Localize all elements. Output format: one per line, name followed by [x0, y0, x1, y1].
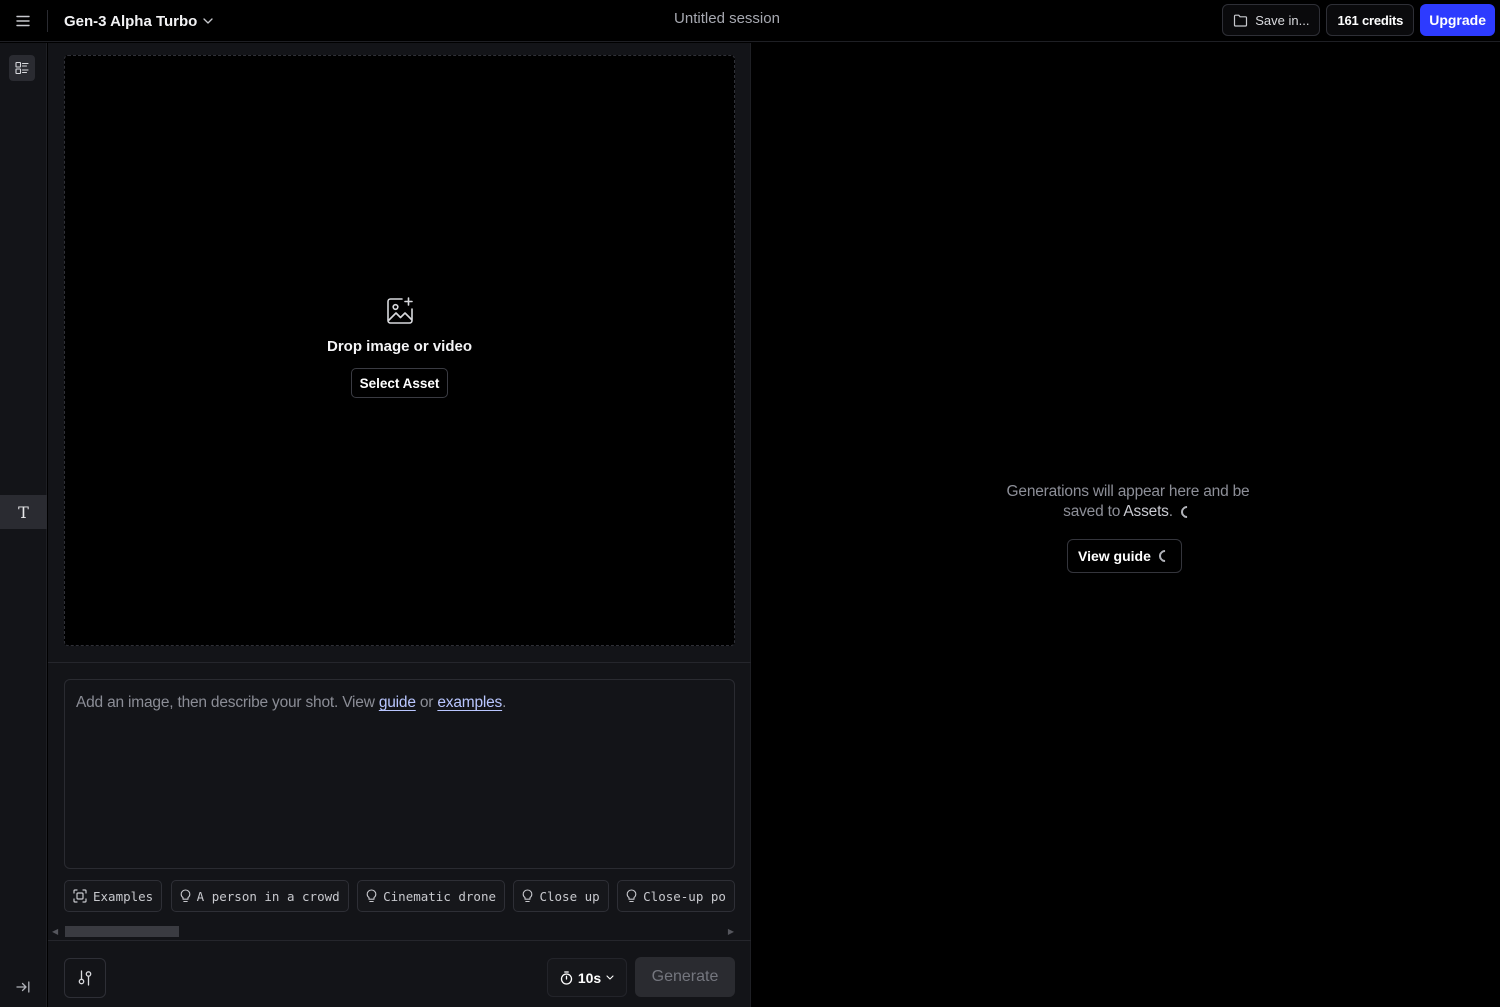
folder-icon: [1234, 14, 1248, 27]
prompt-suggestion-chips: Examples A person in a crowd Cinematic d…: [64, 880, 736, 912]
credits-label: 161 credits: [1337, 12, 1404, 28]
media-dropzone[interactable]: Drop image or video Select Asset: [64, 55, 735, 646]
chip-examples[interactable]: Examples: [64, 880, 163, 912]
text-tool-button[interactable]: T: [0, 495, 47, 529]
section-divider: [48, 662, 751, 663]
scrollbar-thumb[interactable]: [65, 926, 179, 937]
list-layout-icon: [15, 61, 29, 75]
top-bar: Gen-3 Alpha Turbo Untitled session Save …: [0, 0, 1500, 42]
chip-label: Close up: [539, 888, 600, 904]
lightbulb-icon: [366, 889, 377, 903]
empty-state-line-2: saved to Assets.: [960, 502, 1296, 522]
collapse-panel-button[interactable]: [11, 975, 35, 999]
scroll-right-arrow[interactable]: ▶: [728, 927, 734, 936]
view-guide-button[interactable]: View guide: [1067, 539, 1182, 573]
rail-layout-toggle[interactable]: [9, 55, 35, 81]
duration-selector[interactable]: 10s: [547, 958, 627, 997]
view-guide-label: View guide: [1078, 548, 1151, 564]
dropzone-content: Drop image or video Select Asset: [65, 296, 734, 398]
chip-suggestion[interactable]: Close-up po: [617, 880, 735, 912]
chip-label: A person in a crowd: [196, 888, 340, 904]
chip-label: Examples: [93, 888, 154, 904]
assets-link[interactable]: Assets: [1123, 503, 1169, 520]
arrow-to-right-icon: [16, 981, 30, 993]
prompt-suffix: .: [502, 694, 507, 711]
chip-suggestion[interactable]: A person in a crowd: [170, 880, 349, 912]
model-selector[interactable]: Gen-3 Alpha Turbo: [64, 8, 213, 34]
save-in-button[interactable]: Save in...: [1222, 4, 1321, 36]
hamburger-icon: [16, 15, 30, 27]
frame-icon: [73, 889, 87, 903]
prompt-placeholder: Add an image, then describe your shot. V…: [76, 694, 723, 712]
input-panel: Drop image or video Select Asset Add an …: [48, 43, 751, 1007]
chip-label: Cinematic drone: [383, 888, 497, 904]
top-actions: Save in... 161 credits Upgrade: [1222, 4, 1495, 36]
model-name: Gen-3 Alpha Turbo: [64, 12, 198, 30]
chip-suggestion[interactable]: Cinematic drone: [357, 880, 506, 912]
dropzone-label: Drop image or video: [326, 338, 473, 355]
results-empty-state: Generations will appear here and be save…: [960, 482, 1296, 573]
prompt-or-text: or: [415, 694, 438, 711]
chevron-down-icon: [203, 18, 213, 24]
chips-scrollbar[interactable]: ◀ ▶: [52, 924, 734, 938]
chip-suggestion[interactable]: Close up: [513, 880, 609, 912]
generate-button[interactable]: Generate: [635, 957, 735, 997]
footer-divider: [48, 940, 751, 941]
top-divider: [47, 10, 48, 32]
lightbulb-icon: [626, 889, 637, 903]
examples-link[interactable]: examples: [437, 694, 502, 711]
chevron-down-icon: [606, 975, 614, 980]
sliders-icon: [78, 970, 92, 986]
prompt-input[interactable]: Add an image, then describe your shot. V…: [64, 679, 735, 869]
empty-state-prefix: saved to: [1063, 503, 1124, 520]
menu-button[interactable]: [8, 7, 38, 35]
select-asset-button[interactable]: Select Asset: [350, 368, 449, 398]
credits-button[interactable]: 161 credits: [1326, 4, 1415, 36]
chip-label: Close-up po: [643, 888, 726, 904]
text-tool-label: T: [18, 502, 29, 522]
prompt-placeholder-text: Add an image, then describe your shot. V…: [76, 694, 379, 711]
stopwatch-icon: [560, 970, 572, 985]
loading-spinner-icon: [1156, 547, 1174, 565]
settings-button[interactable]: [64, 958, 106, 998]
empty-state-suffix: .: [1168, 503, 1173, 520]
lightbulb-icon: [180, 889, 191, 903]
duration-value: 10s: [577, 969, 602, 986]
loading-spinner-icon: [1178, 503, 1196, 521]
session-title[interactable]: Untitled session: [627, 10, 827, 27]
guide-link[interactable]: guide: [379, 694, 416, 711]
upgrade-button[interactable]: Upgrade: [1420, 4, 1495, 36]
lightbulb-icon: [523, 889, 533, 903]
left-rail: T: [0, 43, 47, 1007]
image-add-icon: [386, 297, 413, 324]
empty-state-line-1: Generations will appear here and be: [1006, 483, 1250, 500]
save-in-label: Save in...: [1255, 12, 1310, 28]
scroll-left-arrow[interactable]: ◀: [52, 927, 58, 936]
upgrade-label: Upgrade: [1429, 12, 1486, 28]
